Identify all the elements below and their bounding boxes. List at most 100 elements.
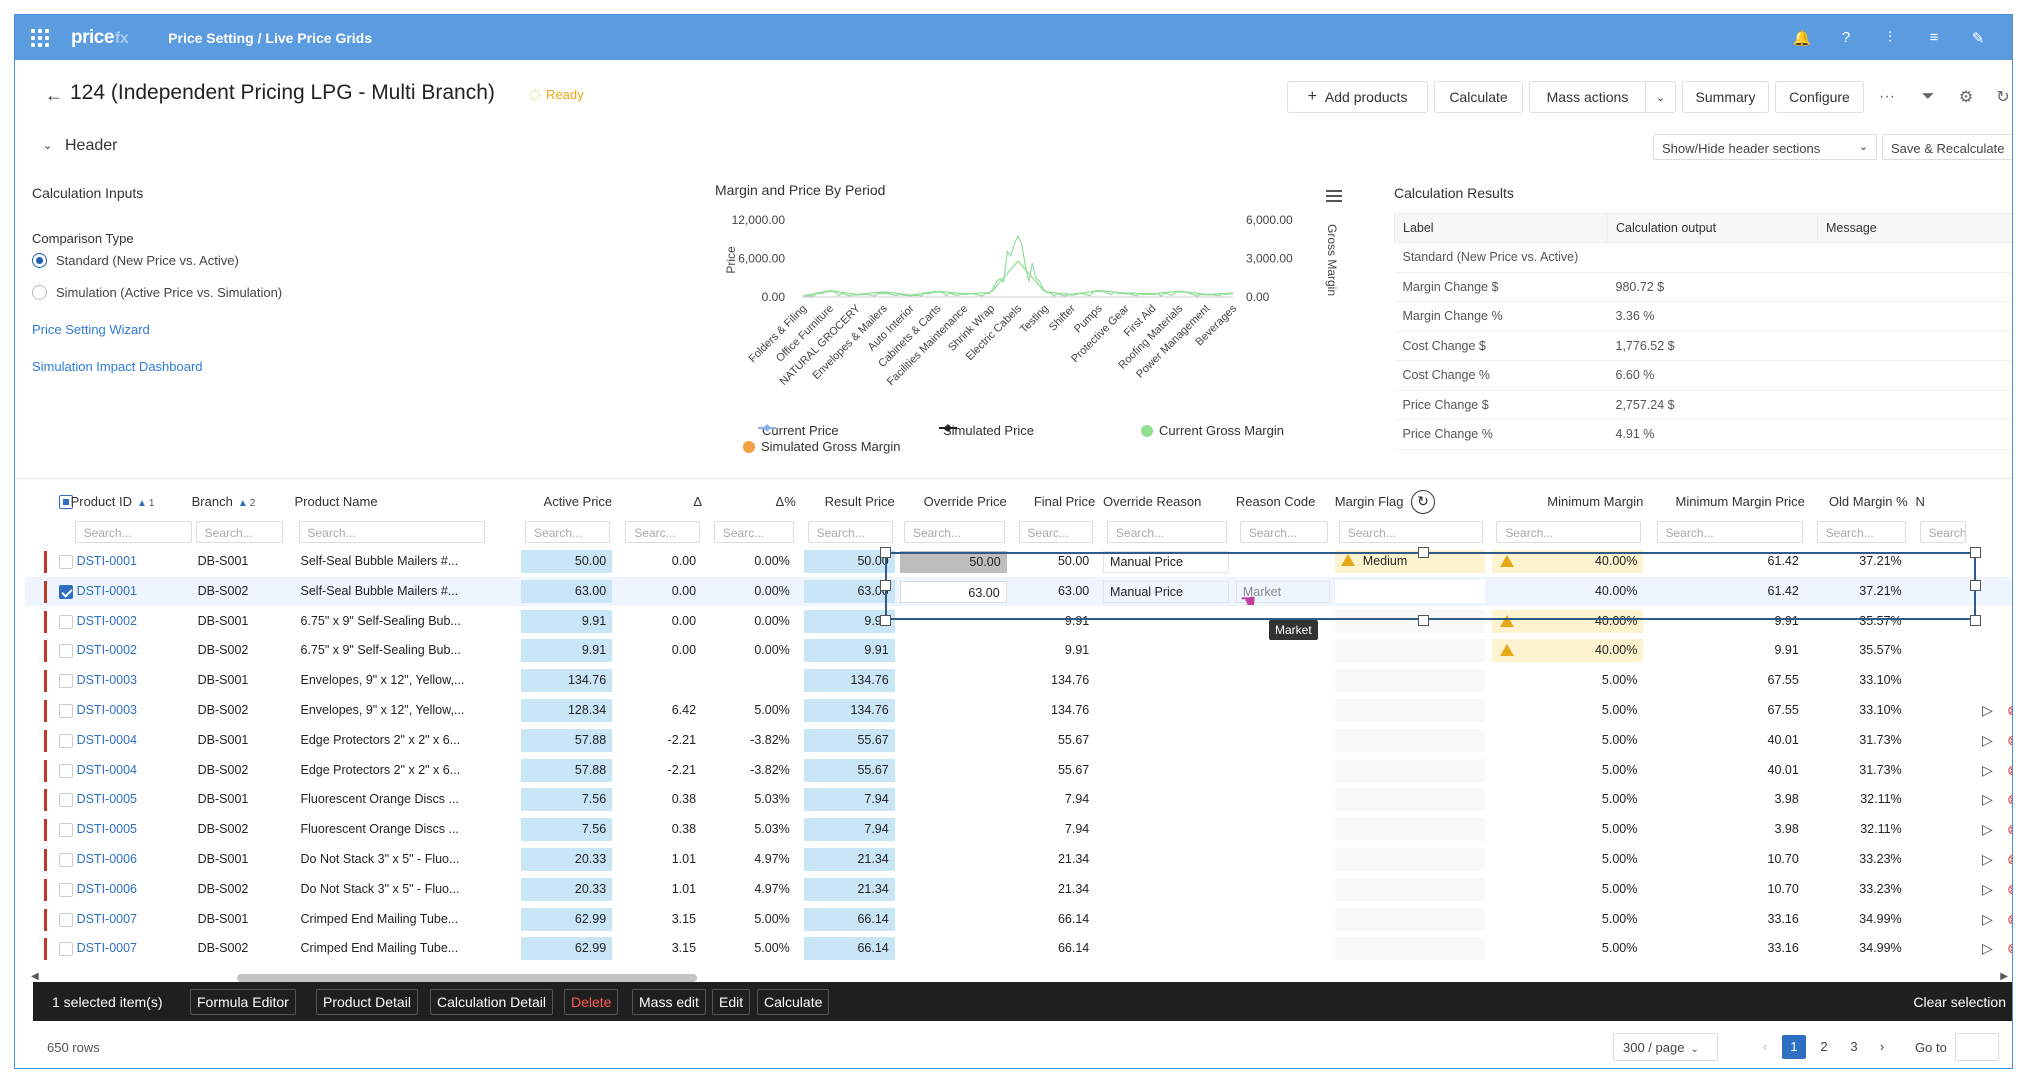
calculation-detail-button[interactable]: Calculation Detail [430,989,553,1015]
calculate-selected-button[interactable]: Calculate [757,989,830,1015]
cell-id[interactable]: DSTI-0004 [71,726,195,756]
prev-page-icon[interactable]: ‹ [1753,1035,1777,1059]
remove-icon[interactable]: ⊗ [2007,821,2012,838]
filter-input-id[interactable]: Search... [74,521,193,543]
next-page-icon[interactable]: › [1870,1035,1894,1059]
filter-input-active[interactable]: Search... [525,521,611,543]
calculate-button[interactable]: Calculate [1434,81,1523,113]
delete-button[interactable]: Delete [564,989,619,1015]
filter-input-result[interactable]: Search... [807,521,893,543]
send-icon[interactable]: ▷ [1982,851,1993,868]
help-icon[interactable]: ? [1836,28,1856,48]
column-header-id[interactable]: Product ID ▲ 1 [71,487,195,517]
column-header-name[interactable]: Product Name [295,487,488,517]
filter-input-reason[interactable]: Search... [1107,521,1228,543]
column-header-result[interactable]: Result Price [804,487,895,517]
cell-id[interactable]: DSTI-0002 [71,636,195,666]
table-row[interactable]: DSTI-0006 DB-S001 Do Not Stack 3" x 5" - F… [25,845,2012,875]
table-row[interactable]: DSTI-0002 DB-S001 6.75" x 9" Self-Sealing … [25,607,2012,637]
table-row[interactable]: DSTI-0007 DB-S001 Crimped End Mailing Tube… [25,905,2012,935]
save-recalculate-button[interactable]: Save & Recalculate [1882,134,2012,160]
cell-id[interactable]: DSTI-0001 [71,577,195,607]
cell-id[interactable]: DSTI-0003 [71,666,195,696]
send-icon[interactable]: ▷ [1982,702,1993,719]
cell-reason[interactable]: Manual Price [1103,551,1230,573]
column-header-override[interactable]: Override Price [900,487,1007,517]
column-header-n[interactable]: N [1916,487,1968,517]
cell-id[interactable]: DSTI-0007 [71,934,195,964]
table-row[interactable]: DSTI-0005 DB-S002 Fluorescent Orange Discs… [25,815,2012,845]
notification-bell-icon[interactable]: 🔔 [1792,28,1812,48]
go-to-page-input[interactable] [1955,1033,1999,1061]
results-header-message[interactable]: Message [1817,213,2012,243]
send-icon[interactable]: ▷ [1982,940,1993,957]
legend-simulated-gross-margin[interactable]: Simulated Gross Margin [743,439,900,454]
column-header-final[interactable]: Final Price [1015,487,1095,517]
table-row[interactable]: DSTI-0004 DB-S002 Edge Protectors 2" x 2" … [25,756,2012,786]
breadcrumb[interactable]: Price Setting / Live Price Grids [168,30,372,46]
send-icon[interactable]: ▷ [1982,911,1993,928]
table-row[interactable]: DSTI-0003 DB-S001 Envelopes, 9" x 12", Yel… [25,666,2012,696]
resize-handle[interactable] [1418,547,1429,558]
configure-button[interactable]: Configure [1775,81,1864,113]
results-header-output[interactable]: Calculation output [1607,213,1818,243]
more-options-icon[interactable]: ··· [1873,83,1901,111]
filter-input-delta[interactable]: Searc... [625,521,701,543]
mass-actions-dropdown-chevron-icon[interactable]: ⌄ [1645,81,1676,113]
scroll-left-icon[interactable]: ◀ [31,971,39,982]
refresh-icon[interactable]: ↻ [1989,83,2012,111]
column-header-flag[interactable]: Margin Flag [1335,487,1485,517]
radio-standard[interactable]: Standard (New Price vs. Active) [32,253,239,268]
radio-button[interactable] [32,285,47,300]
column-header-branch[interactable]: Branch ▲ 2 [192,487,286,517]
mass-actions-button[interactable]: Mass actions [1529,81,1645,113]
resize-handle[interactable] [1970,615,1981,626]
radio-button-selected[interactable] [32,253,47,268]
remove-icon[interactable]: ⊗ [2007,732,2012,749]
filter-input-code[interactable]: Search... [1239,521,1328,543]
resize-handle[interactable] [1970,547,1981,558]
database-icon[interactable]: ≡ [1924,28,1944,48]
legend-current-gross-margin[interactable]: Current Gross Margin [1141,423,1284,438]
send-icon[interactable]: ▷ [1982,881,1993,898]
app-logo[interactable]: pricefx [71,27,129,49]
cell-id[interactable]: DSTI-0001 [71,547,195,577]
resize-handle[interactable] [880,615,891,626]
remove-icon[interactable]: ⊗ [2007,940,2012,957]
remove-icon[interactable]: ⊗ [2007,911,2012,928]
remove-icon[interactable]: ⊗ [2007,851,2012,868]
cell-id[interactable]: DSTI-0004 [71,756,195,786]
collapse-chevron-icon[interactable]: ⌄ [43,139,52,152]
send-icon[interactable]: ▷ [1982,791,1993,808]
column-header-active[interactable]: Active Price [521,487,613,517]
add-products-button[interactable]: + Add products [1287,81,1428,113]
price-setting-wizard-link[interactable]: Price Setting Wizard [32,322,150,337]
cell-id[interactable]: DSTI-0006 [71,845,195,875]
header-section-label[interactable]: Header [65,137,117,155]
rotate-handle-icon[interactable]: ↻ [1411,490,1435,514]
cell-id[interactable]: DSTI-0005 [71,785,195,815]
filter-input-final[interactable]: Searc... [1018,521,1094,543]
apps-grid-icon[interactable] [27,25,53,51]
tools-icon[interactable]: ✎ [1968,28,1988,48]
product-detail-button[interactable]: Product Detail [316,989,418,1015]
legend-current-price[interactable]: Current Price [758,423,839,438]
column-header-minm[interactable]: Minimum Margin [1492,487,1643,517]
sliders-icon[interactable]: ⫶ [1880,28,1900,48]
cell-override[interactable]: 63.00 [899,580,1007,603]
radio-simulation[interactable]: Simulation (Active Price vs. Simulation) [32,285,282,300]
cell-id[interactable]: DSTI-0002 [71,607,195,637]
cell-reason[interactable]: Manual Price [1103,580,1230,603]
table-row[interactable]: DSTI-0001 DB-S002 Self-Seal Bubble Mailers… [25,576,2012,607]
remove-icon[interactable]: ⊗ [2007,702,2012,719]
column-header-deltap[interactable]: Δ% [710,487,796,517]
column-header-minmp[interactable]: Minimum Margin Price [1653,487,1805,517]
filter-input-branch[interactable]: Search... [195,521,284,543]
filter-input-override[interactable]: Search... [903,521,1005,543]
clear-selection-button[interactable]: Clear selection [1913,994,2006,1010]
table-row[interactable]: DSTI-0007 DB-S002 Crimped End Mailing Tube… [25,934,2012,964]
resize-handle[interactable] [880,547,891,558]
cell-id[interactable]: DSTI-0006 [71,875,195,905]
summary-button[interactable]: Summary [1682,81,1769,113]
table-row[interactable]: DSTI-0002 DB-S002 6.75" x 9" Self-Sealing … [25,636,2012,666]
